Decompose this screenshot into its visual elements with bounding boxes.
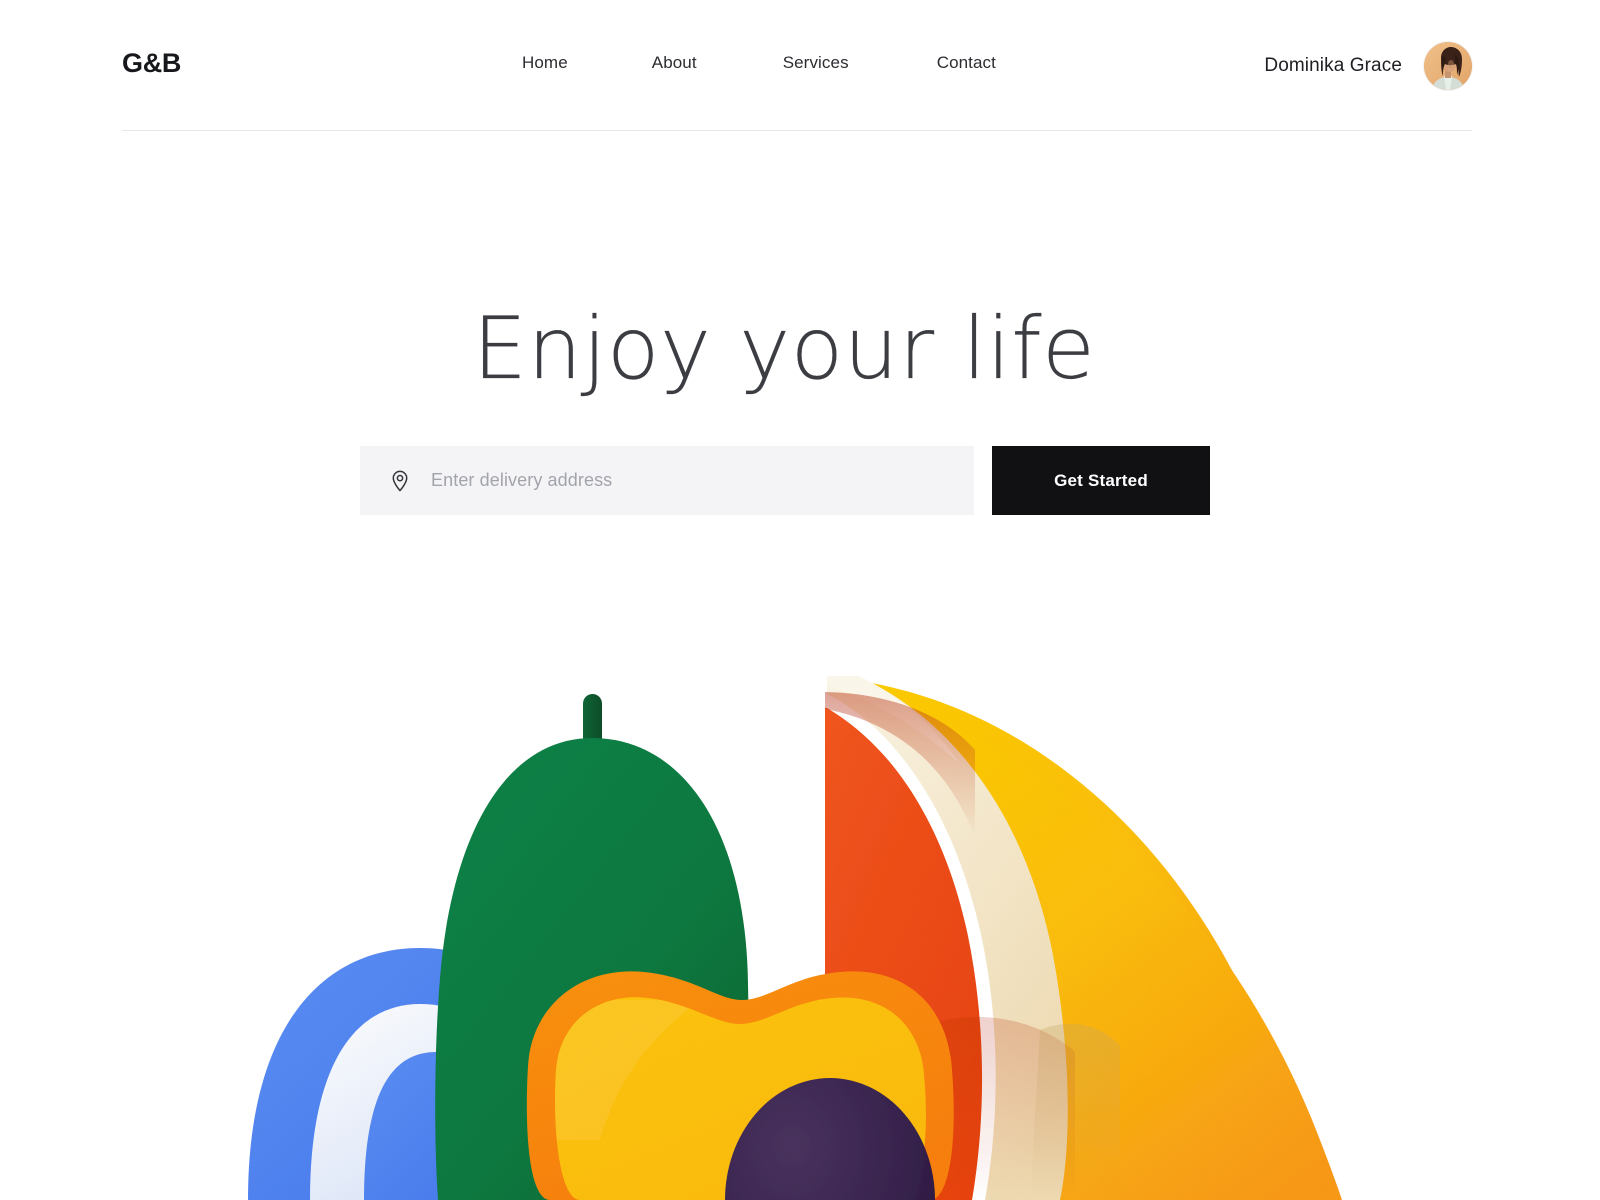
delivery-search-row: Enter delivery address Get Started: [360, 446, 1210, 515]
fruit-collage-illustration: [0, 600, 1600, 1200]
nav-item-contact[interactable]: Contact: [937, 53, 996, 73]
nav-item-about[interactable]: About: [652, 53, 697, 73]
page-title: Enjoy your life: [472, 299, 1096, 399]
main-navigation: Home About Services Contact: [522, 53, 996, 73]
site-header: G&B Home About Services Contact Dominika…: [122, 0, 1472, 130]
nav-item-services[interactable]: Services: [783, 53, 849, 73]
search-input-placeholder: Enter delivery address: [431, 470, 613, 490]
user-menu[interactable]: Dominika Grace: [1264, 42, 1472, 90]
location-pin-icon: [392, 470, 408, 491]
green-pear: [435, 694, 749, 1200]
landing-page: G&B Home About Services Contact Dominika…: [0, 0, 1600, 1200]
blue-ring-group: [248, 948, 534, 1200]
peach-fruit: [526, 971, 954, 1200]
citrus-wedge: [825, 676, 1342, 1200]
header-divider: [122, 130, 1472, 131]
get-started-button[interactable]: Get Started: [992, 446, 1210, 515]
user-name-label: Dominika Grace: [1264, 55, 1402, 76]
user-avatar-photo[interactable]: [1424, 42, 1472, 90]
brand-logo[interactable]: G&B: [122, 48, 181, 79]
nav-item-home[interactable]: Home: [522, 53, 568, 73]
search-input[interactable]: Enter delivery address: [360, 446, 974, 515]
